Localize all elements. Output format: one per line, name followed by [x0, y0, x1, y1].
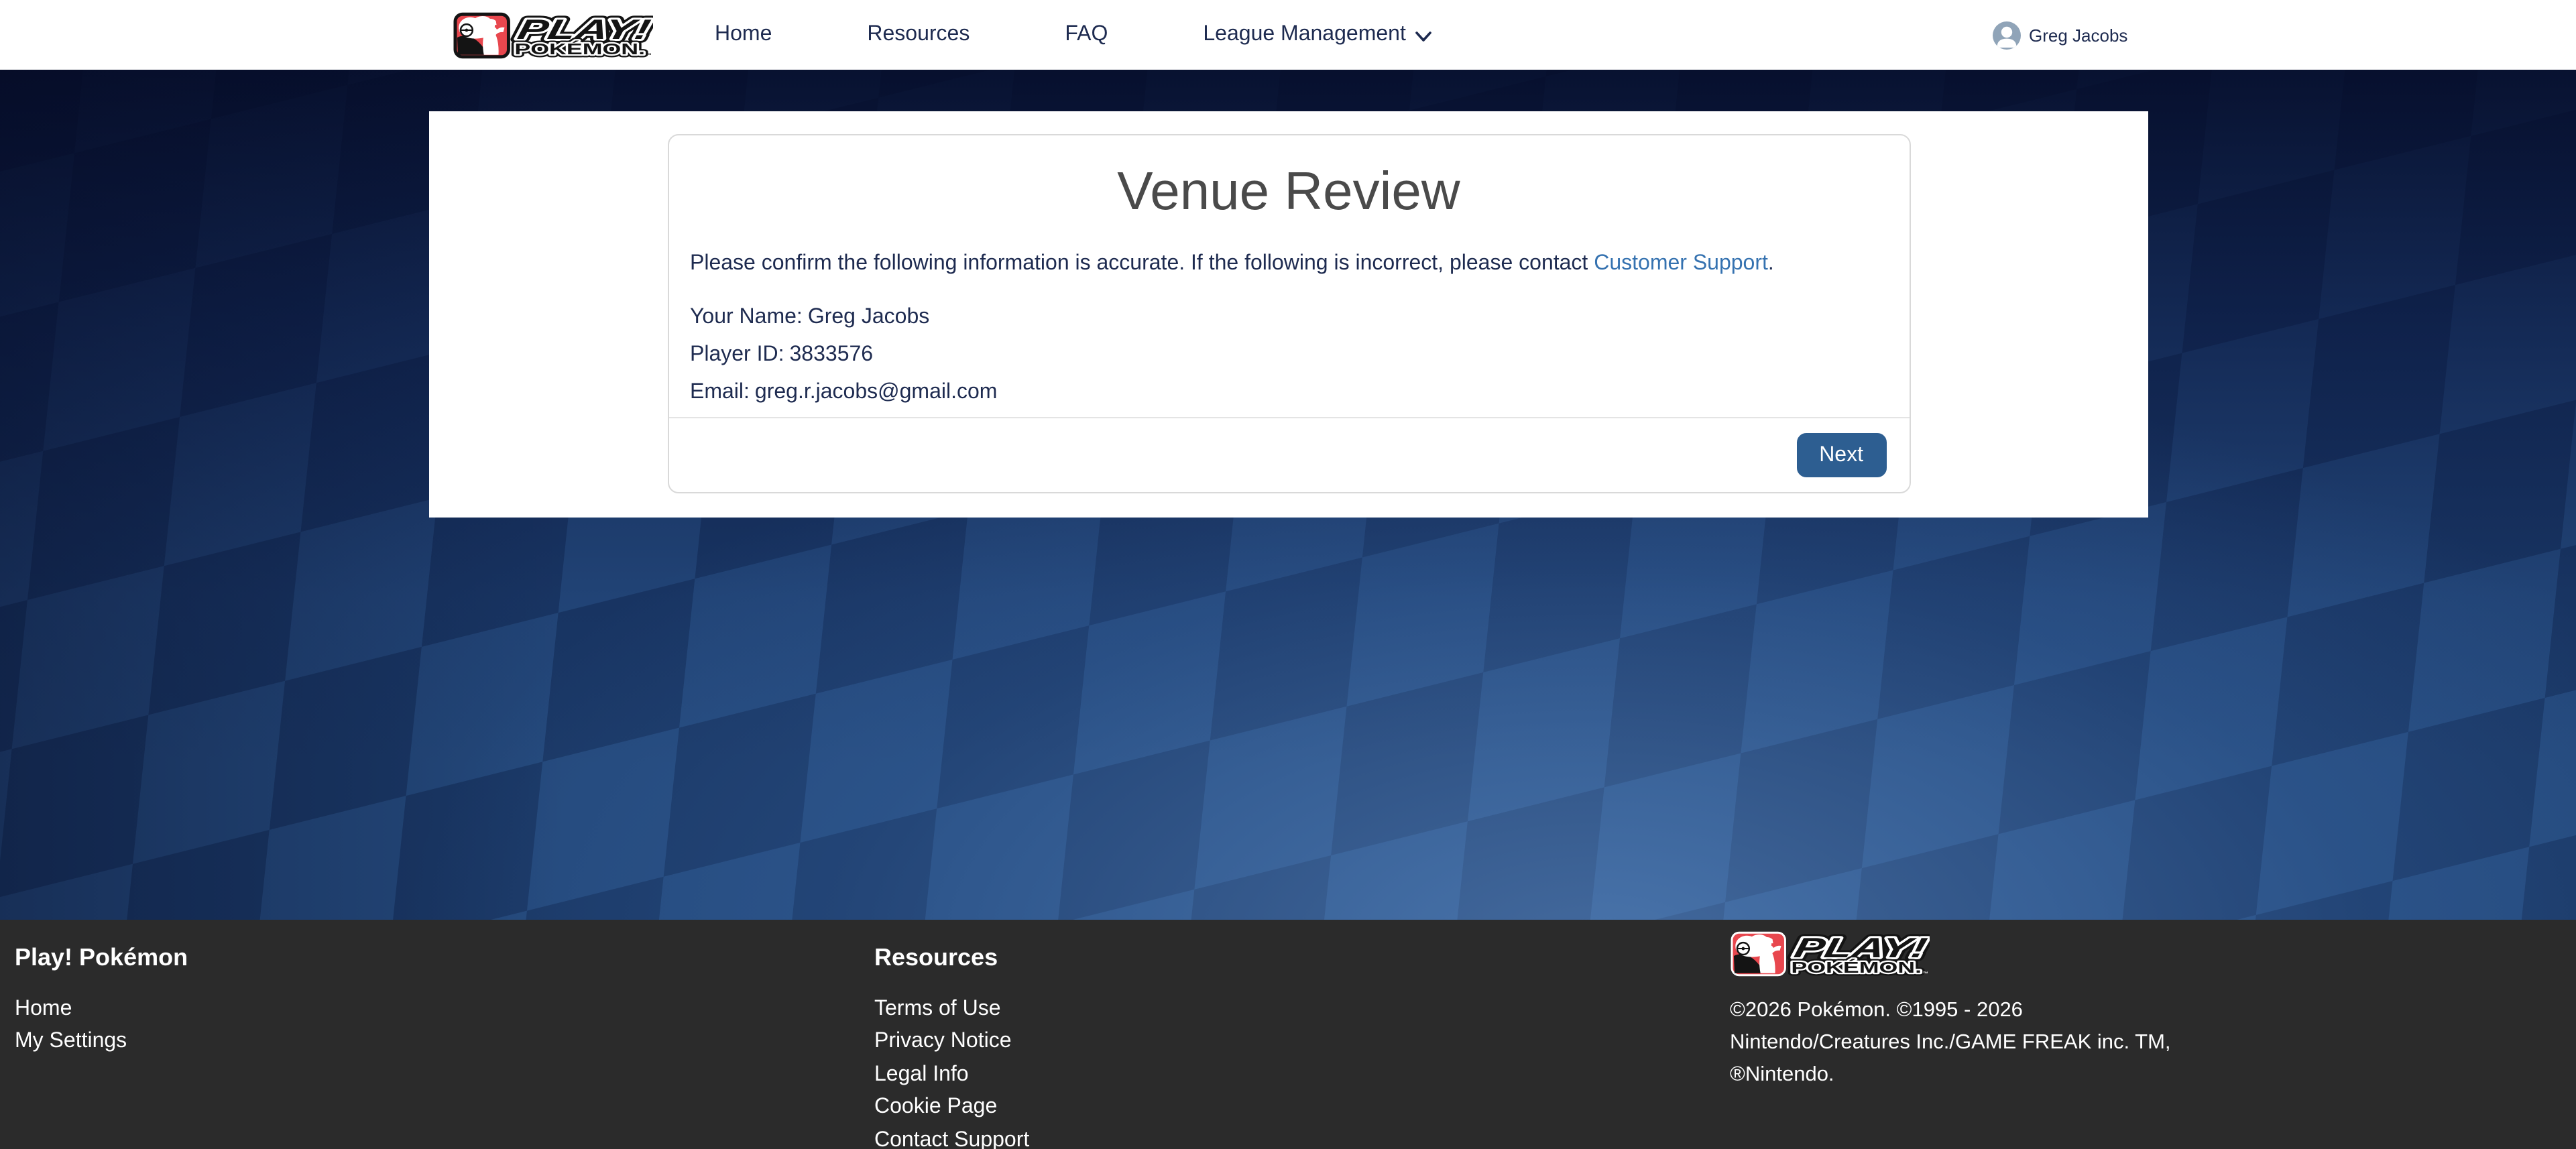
svg-text:POKÉMON.: POKÉMON. — [1791, 959, 1922, 976]
brand-tm-text: ™ — [646, 52, 652, 58]
nav-item-faq-label: FAQ — [1065, 23, 1108, 47]
field-player-id-label: Player ID: — [690, 343, 784, 366]
footer-link-my-settings[interactable]: My Settings — [15, 1026, 188, 1059]
nav-item-league-management[interactable]: League Management — [1203, 23, 1432, 47]
nav-item-resources[interactable]: Resources — [867, 23, 970, 47]
footer-link-cookie-page[interactable]: Cookie Page — [874, 1091, 1029, 1124]
footer-link-contact-support[interactable]: Contact Support — [874, 1124, 1029, 1149]
svg-text:™: ™ — [1923, 971, 1928, 977]
field-email-label: Email: — [690, 381, 750, 404]
footer-column-play-pokemon: Play! Pokémon Home My Settings — [15, 944, 188, 1059]
user-avatar-icon — [1993, 21, 2021, 49]
user-name: Greg Jacobs — [2029, 25, 2127, 45]
card-body: Venue Review Please confirm the followin… — [668, 135, 1909, 417]
next-button[interactable]: Next — [1796, 433, 1886, 477]
page: PLAY! PLAY! POKÉMON. POKÉMON. ™ Home Res… — [0, 0, 2576, 1149]
copyright-line-3: ®Nintendo. — [1730, 1059, 2171, 1091]
venue-review-container: Venue Review Please confirm the followin… — [429, 111, 2148, 518]
field-email: Email:greg.r.jacobs@gmail.com — [690, 374, 1887, 412]
footer-link-privacy-notice[interactable]: Privacy Notice — [874, 1026, 1029, 1059]
footer-link-terms-of-use[interactable]: Terms of Use — [874, 993, 1029, 1026]
footer: Play! Pokémon Home My Settings Resources… — [0, 920, 2576, 1149]
field-player-id-value: 3833576 — [790, 343, 874, 366]
main-content: Venue Review Please confirm the followin… — [0, 70, 2576, 920]
svg-text:POKÉMON.: POKÉMON. — [514, 40, 645, 57]
play-pokemon-logo: PLAY! PLAY! POKÉMON. POKÉMON. ™ — [453, 11, 653, 58]
user-menu[interactable]: Greg Jacobs — [1993, 0, 2127, 70]
field-your-name-label: Your Name: — [690, 306, 803, 328]
customer-support-link[interactable]: Customer Support — [1594, 252, 1768, 275]
nav-item-league-management-label: League Management — [1203, 23, 1405, 47]
copyright-line-2: Nintendo/Creatures Inc./GAME FREAK inc. … — [1730, 1027, 2171, 1059]
play-pokemon-badge-icon — [1732, 932, 1785, 975]
intro-prefix: Please confirm the following information… — [690, 252, 1594, 275]
card-footer: Next — [668, 417, 1909, 492]
footer-heading-play-pokemon: Play! Pokémon — [15, 944, 188, 972]
venue-review-card: Venue Review Please confirm the followin… — [667, 134, 1910, 493]
chevron-down-icon — [1415, 30, 1433, 42]
field-your-name-value: Greg Jacobs — [808, 306, 929, 328]
footer-column-resources: Resources Terms of Use Privacy Notice Le… — [874, 944, 1029, 1149]
play-pokemon-badge-icon — [455, 13, 508, 56]
footer-column-brand: PLAY! PLAY! POKÉMON. POKÉMON. ™ ©2026 Po… — [1730, 930, 2171, 1091]
footer-links-resources: Terms of Use Privacy Notice Legal Info C… — [874, 993, 1029, 1149]
nav-item-faq[interactable]: FAQ — [1065, 23, 1108, 47]
top-navbar: PLAY! PLAY! POKÉMON. POKÉMON. ™ Home Res… — [0, 0, 2576, 70]
copyright-text: ©2026 Pokémon. ©1995 - 2026 Nintendo/Cre… — [1730, 995, 2171, 1091]
copyright-line-1: ©2026 Pokémon. ©1995 - 2026 — [1730, 995, 2171, 1027]
footer-links-play-pokemon: Home My Settings — [15, 993, 188, 1059]
intro-text: Please confirm the following information… — [690, 248, 1887, 279]
nav-item-home-label: Home — [715, 23, 772, 47]
main-nav: Home Resources FAQ League Management — [715, 23, 1433, 47]
footer-play-pokemon-logo: PLAY! PLAY! POKÉMON. POKÉMON. ™ — [1730, 930, 1930, 977]
footer-heading-resources: Resources — [874, 944, 1029, 972]
footer-link-legal-info[interactable]: Legal Info — [874, 1059, 1029, 1092]
nav-item-home[interactable]: Home — [715, 23, 772, 47]
nav-item-resources-label: Resources — [867, 23, 970, 47]
avatar — [1993, 21, 2021, 49]
field-email-value: greg.r.jacobs@gmail.com — [755, 381, 998, 404]
footer-link-home[interactable]: Home — [15, 993, 188, 1026]
player-info: Your Name:Greg Jacobs Player ID:3833576 … — [690, 299, 1887, 412]
field-your-name: Your Name:Greg Jacobs — [690, 299, 1887, 337]
page-title: Venue Review — [690, 162, 1887, 221]
field-player-id: Player ID: 3833576 — [690, 337, 1887, 374]
intro-suffix: . — [1768, 252, 1774, 275]
header-logo[interactable]: PLAY! PLAY! POKÉMON. POKÉMON. ™ — [453, 11, 653, 58]
